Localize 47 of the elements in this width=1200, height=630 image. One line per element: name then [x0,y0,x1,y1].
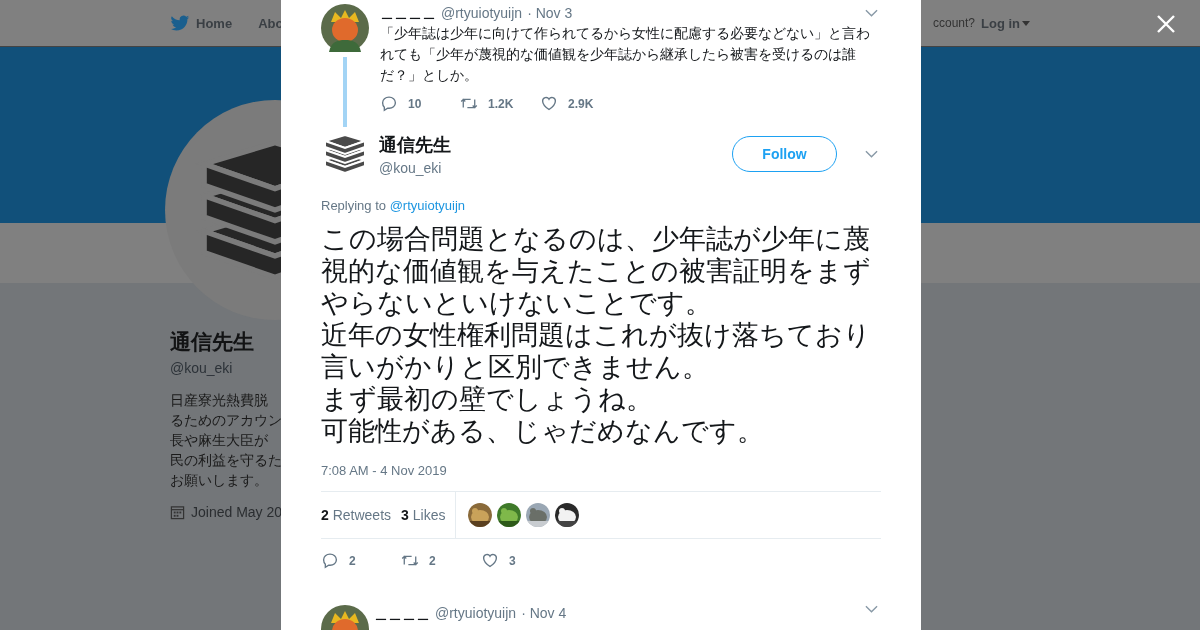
bio-line: お願いします。 [170,471,268,490]
action-count: 2 [349,553,356,568]
stat-link[interactable]: 3 Likes [401,507,446,523]
profile-handle: @kou_eki [170,360,233,376]
chevron-down-icon[interactable] [865,9,878,17]
reply-icon[interactable] [321,552,339,569]
tweet-paragraph: この場合問題となるのは、少年誌が少年に蔑視的な価値観を与えたことの被害証明をまずやらないといけないことです。 [321,223,872,319]
user-name[interactable]: ＿＿＿＿ [380,4,436,22]
caret-icon [1022,20,1030,26]
login-link[interactable]: Log in [981,15,1030,31]
bio-line: るためのアカウン [170,411,282,430]
tweet-date[interactable]: · Nov 4 [521,605,567,621]
follow-button[interactable]: Follow [732,136,837,172]
action-count: 10 [408,96,422,111]
action-count: 3 [509,553,516,568]
reply-icon[interactable] [380,95,398,112]
action-count: 2.9K [568,96,594,111]
user-handle[interactable]: @kou_eki [379,159,451,176]
profile-name: 通信先生 [170,329,254,355]
replying-label: Replying to [321,198,387,213]
action-count: 1.2K [488,96,514,111]
stat-link[interactable]: 2 Retweets [321,507,392,523]
avatar[interactable] [321,4,369,52]
tweet-paragraph: 可能性がある、じゃだめなんです。 [321,415,765,447]
joined-date: Joined May 20 [191,504,283,520]
user-name[interactable]: 通信先生 [379,132,451,157]
user-name[interactable]: ＿＿＿＿ [374,605,430,621]
bio-line: 長や麻生大臣が [170,431,268,450]
close-button[interactable] [1156,14,1176,34]
bio-line: 民の利益を守るた [170,451,282,470]
heart-icon[interactable] [540,95,558,112]
tweet-paragraph: 近年の女性権利問題はこれが抜け落ちており言いがかりと区別できません。 [321,319,872,383]
tweet-timestamp: 7:08 AM - 4 Nov 2019 [321,463,448,478]
tweet-date[interactable]: · Nov 3 [527,5,573,21]
tweet-paragraph: まず最初の壁でしょうね。 [321,383,654,415]
mention-link[interactable]: @rtyuiotyuijn [389,198,465,213]
account-prompt: ccount? [932,16,975,30]
user-handle[interactable]: @rtyuiotyuijn [441,5,523,21]
chevron-down-icon[interactable] [865,605,878,613]
user-handle[interactable]: @rtyuiotyuijn [435,605,517,621]
tweet-text: 「少年誌は少年に向けて作られてるから女性に配慮する必要などない」と言われても「少年が蔑視的な価値観を少年誌から継承したら被害を受けるのは誰だ？」としか。 [380,24,871,85]
bio-line: 日産寮光熱費脱 [170,391,268,410]
heart-icon[interactable] [481,552,499,569]
home-link[interactable]: Home [196,15,233,31]
chevron-down-icon[interactable] [865,150,878,158]
action-count: 2 [429,553,436,568]
calendar-icon [170,504,185,520]
